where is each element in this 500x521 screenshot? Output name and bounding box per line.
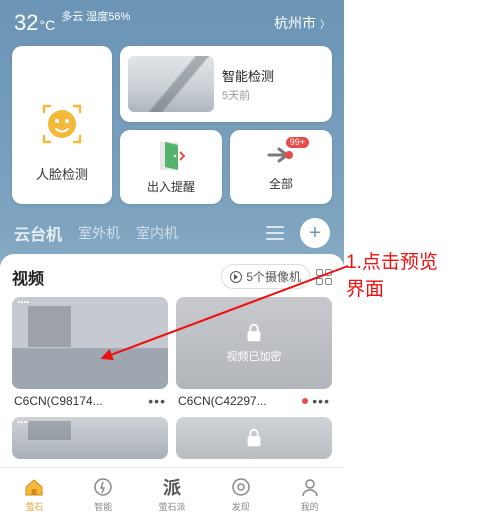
camera-card [12,417,168,459]
entry-alert-card[interactable]: 出入提醒 [120,130,222,204]
nav-label: 萤石 [25,500,43,513]
weather-header: 32°C 多云 湿度56% 杭州市 〉 [0,0,344,40]
nav-mine[interactable]: 我的 [275,468,344,521]
camera-preview-locked[interactable] [176,417,332,459]
nav-label: 发现 [232,500,250,513]
brand-icon [18,301,29,303]
discover-icon [230,476,252,498]
nav-discover[interactable]: 发现 [206,468,275,521]
temperature-block: 32°C 多云 湿度56% [14,10,130,36]
tab-indoor[interactable]: 室内机 [136,223,178,243]
arrow-right-icon: 99+ [265,143,297,167]
play-icon [230,271,242,283]
brand-icon [18,421,29,423]
weather-line: 多云 湿度56% [61,10,130,25]
camera-preview[interactable] [12,417,168,459]
camera-count-label: 5个摄像机 [246,268,301,285]
annotation-line1: 1.点击预览 [346,250,438,277]
smart-detect-title: 智能检测 [222,66,274,85]
app-screen: 32°C 多云 湿度56% 杭州市 〉 人脸检测 [0,0,344,521]
camera-count-pill[interactable]: 5个摄像机 [221,264,310,289]
face-detect-card[interactable]: 人脸检测 [12,46,112,204]
city-label: 杭州市 [274,13,316,33]
temperature-value: 32°C [14,10,55,36]
weather-details: 多云 湿度56% [61,10,130,25]
camera-preview[interactable] [12,297,168,389]
nav-label: 智能 [94,500,112,513]
entry-alert-label: 出入提醒 [147,178,195,195]
nav-label: 我的 [301,500,319,513]
tab-ptz[interactable]: 云台机 [14,221,62,245]
add-device-button[interactable]: + [300,218,330,248]
camera-card: C6CN(C98174... ••• [12,297,168,409]
grid-view-icon[interactable] [316,269,332,285]
chevron-right-icon: 〉 [320,16,330,31]
smart-detect-card[interactable]: 智能检测 5天前 [120,46,332,122]
smart-detect-thumb [128,56,214,112]
alert-dot-icon [302,398,308,404]
camera-card [176,417,332,459]
camera-more-icon[interactable]: ••• [148,393,166,409]
nav-smart[interactable]: 智能 [69,468,138,521]
lock-icon [243,322,265,344]
annotation-line2: 界面 [346,277,438,304]
notification-badge: 99+ [286,137,309,148]
menu-icon[interactable] [266,226,284,240]
video-panel: 视频 5个摄像机 C6CN(C98174... ••• [0,254,344,467]
annotation-text: 1.点击预览 界面 [346,250,438,303]
camera-preview-locked[interactable]: 视频已加密 [176,297,332,389]
home-icon [23,476,45,498]
smart-detect-sub: 5天前 [222,87,274,103]
camera-name: C6CN(C98174... [14,394,103,408]
camera-more-icon[interactable]: ••• [312,393,330,409]
pai-icon: 派 [161,476,183,498]
camera-name: C6CN(C42297... [178,394,267,408]
device-type-tabs: 云台机 室外机 室内机 + [0,204,344,258]
locked-label: 视频已加密 [227,348,282,364]
face-detect-label: 人脸检测 [36,164,88,183]
camera-card: 视频已加密 C6CN(C42297... ••• [176,297,332,409]
door-icon [157,140,185,172]
all-label: 全部 [269,175,293,192]
city-selector[interactable]: 杭州市 〉 [274,13,330,33]
lock-icon [243,427,265,449]
all-card[interactable]: 99+ 全部 [230,130,332,204]
tab-outdoor[interactable]: 室外机 [78,223,120,243]
nav-pai[interactable]: 派 萤石派 [138,468,207,521]
smart-icon [92,476,114,498]
bottom-nav: 萤石 智能 派 萤石派 发现 我的 [0,467,344,521]
nav-label: 萤石派 [158,500,185,513]
video-section-title: 视频 [12,265,44,289]
nav-home[interactable]: 萤石 [0,468,69,521]
face-icon [40,102,84,146]
feature-cards-row: 人脸检测 智能检测 5天前 [0,40,344,204]
profile-icon [299,476,321,498]
